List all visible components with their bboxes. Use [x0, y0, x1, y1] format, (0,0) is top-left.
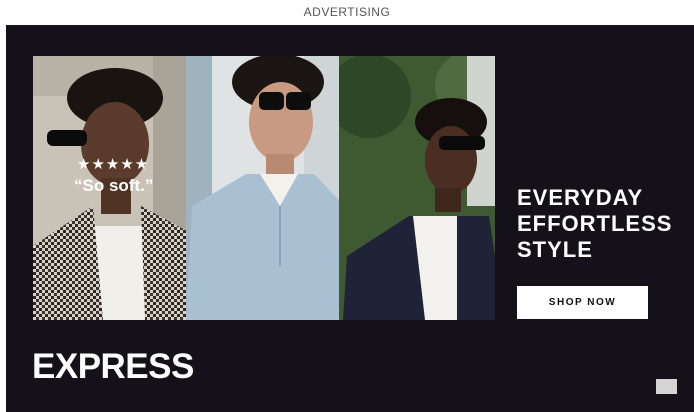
adchoices-icon[interactable] — [656, 379, 677, 394]
headline-line-1: EVERYDAY — [517, 185, 644, 210]
express-logo: EXPRESS — [32, 347, 194, 386]
review-quote: “So soft.” — [74, 176, 154, 195]
advertising-label: ADVERTISING — [303, 5, 391, 19]
model-photo-blue-polo — [186, 56, 340, 320]
headline-line-3: STYLE — [517, 237, 593, 262]
headline-line-2: EFFORTLESS — [517, 211, 673, 236]
model-photo-strip[interactable]: ★★★★★ “So soft.” — [33, 56, 495, 320]
shop-now-button[interactable]: SHOP NOW — [517, 286, 648, 319]
star-rating: ★★★★★ — [77, 155, 150, 173]
model-photo-navy-blazer — [339, 56, 495, 320]
display-ad[interactable]: ★★★★★ “So soft.” EVERYDAY EFFORTLESS STY… — [6, 25, 694, 412]
ad-headline: EVERYDAY EFFORTLESS STYLE — [517, 185, 687, 263]
